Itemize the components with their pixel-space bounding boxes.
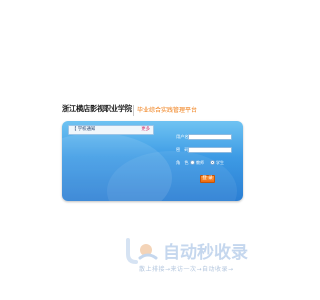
platform-name: 毕业综合实践管理平台 <box>137 107 198 114</box>
username-label: 用户名 <box>176 134 189 139</box>
notice-list <box>68 136 154 194</box>
username-field-box <box>188 134 232 151</box>
site-header: 浙江横店影视职业学院 毕业综合实践管理平台 <box>62 103 242 119</box>
password-label: 密 码 <box>176 147 189 152</box>
role-student-radio[interactable] <box>210 160 215 165</box>
role-student-label: 学生 <box>216 160 224 165</box>
role-teacher-label: 教师 <box>196 160 204 165</box>
notice-more-link[interactable]: 更多 <box>141 126 150 134</box>
school-name: 浙江横店影视职业学院 <box>62 104 132 113</box>
login-panel: 【 学校通知 更多 用户名 密 码 角 色 教师 学生 登 录 <box>62 121 243 201</box>
role-teacher-radio[interactable] <box>190 160 195 165</box>
header-divider <box>133 105 134 116</box>
notice-title: 【 学校通知 <box>72 127 96 132</box>
watermark-title: 自动秒收录 <box>163 243 248 263</box>
notice-header: 【 学校通知 更多 <box>68 125 154 135</box>
watermark-logo-icon <box>126 238 158 264</box>
role-label: 角 色 <box>176 160 189 165</box>
watermark-subtitle: 散上排接→来访一次→自动收录→ <box>139 266 234 273</box>
username-row: 用户名 <box>170 133 240 151</box>
role-row: 角 色 教师 学生 <box>170 159 240 167</box>
login-form: 用户名 密 码 角 色 教师 学生 登 录 <box>170 133 240 193</box>
password-field-box <box>188 147 232 164</box>
password-row: 密 码 <box>170 146 240 164</box>
login-button[interactable]: 登 录 <box>200 175 215 183</box>
